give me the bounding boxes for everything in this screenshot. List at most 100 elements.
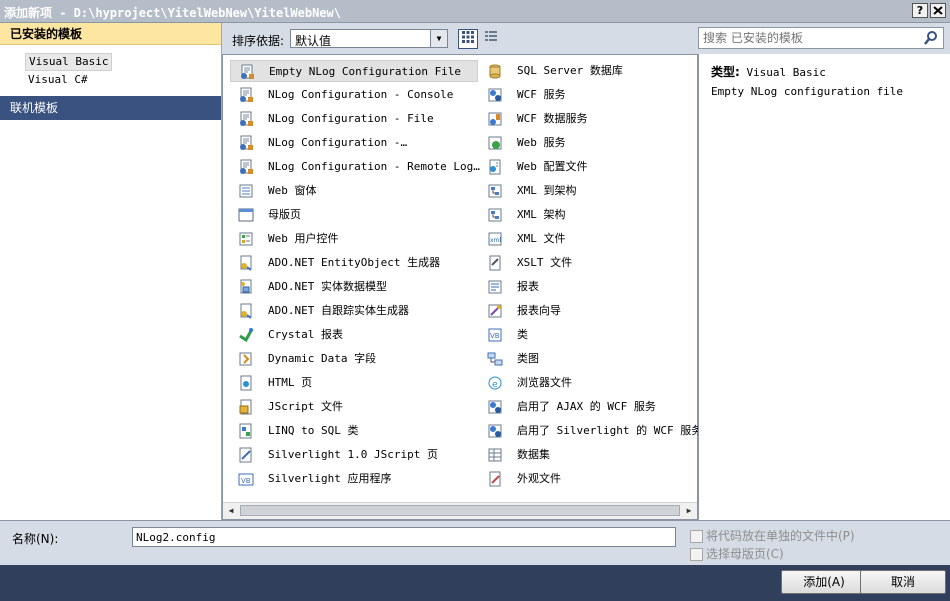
template-item[interactable]: SQL Server 数据库 — [479, 60, 697, 82]
template-item[interactable]: JScript 文件 — [230, 396, 478, 418]
template-item[interactable]: xml XML 文件 — [479, 228, 697, 250]
template-item-label: WCF 数据服务 — [517, 112, 588, 125]
xslt-file-icon — [489, 255, 501, 271]
template-item[interactable]: ADO.NET 实体数据模型 — [230, 276, 478, 298]
template-item[interactable]: Web 服务 — [479, 132, 697, 154]
browser-file-icon: e — [488, 376, 502, 390]
separate-file-checkbox[interactable]: 将代码放在单独的文件中(P) — [690, 528, 855, 544]
select-master-page-checkbox[interactable]: 选择母版页(C) — [690, 546, 784, 562]
template-item[interactable]: 数据集 — [479, 444, 697, 466]
linq-sql-icon — [239, 423, 252, 439]
template-item-label: 类图 — [517, 352, 539, 365]
template-item[interactable]: XSLT 文件 — [479, 252, 697, 274]
template-item[interactable]: Empty NLog Configuration File — [230, 60, 478, 82]
horizontal-scrollbar[interactable]: ◀ ▶ — [223, 502, 697, 519]
template-item[interactable]: XML 架构 — [479, 204, 697, 226]
template-item-label: 报表向导 — [517, 304, 561, 317]
template-item[interactable]: 启用了 AJAX 的 WCF 服务 — [479, 396, 697, 418]
template-item-label: 类 — [517, 328, 528, 341]
scroll-right-icon[interactable]: ▶ — [681, 503, 697, 519]
class-icon: VB — [488, 328, 502, 342]
template-item[interactable]: 母版页 — [230, 204, 478, 226]
template-item[interactable]: WCF 数据服务 — [479, 108, 697, 130]
template-item-label: Web 服务 — [517, 136, 566, 149]
template-item-label: HTML 页 — [268, 376, 313, 389]
medium-icons-view-button[interactable] — [458, 29, 478, 49]
entity-model-icon — [240, 279, 252, 294]
template-item-label: WCF 服务 — [517, 88, 566, 101]
html-page-icon — [240, 375, 252, 391]
template-item[interactable]: 外观文件 — [479, 468, 697, 490]
template-item[interactable]: XML 到架构 — [479, 180, 697, 202]
template-item[interactable]: 启用了 Silverlight 的 WCF 服务 — [479, 420, 702, 442]
checkbox-icon — [690, 530, 703, 543]
template-type: 类型: Visual Basic — [711, 63, 826, 80]
template-item-label: Web 窗体 — [268, 184, 317, 197]
sidebar-item-visual-csharp[interactable]: Visual C# — [25, 72, 91, 88]
sidebar-item-visual-basic[interactable]: Visual Basic — [25, 53, 113, 71]
template-item[interactable]: 报表向导 — [479, 300, 697, 322]
template-item[interactable]: Silverlight 1.0 JScript 页 — [230, 444, 478, 466]
search-input[interactable] — [703, 30, 913, 46]
jscript-file-icon — [239, 399, 252, 415]
template-item[interactable]: LINQ to SQL 类 — [230, 420, 478, 442]
template-item[interactable]: 报表 — [479, 276, 697, 298]
scrollbar-thumb[interactable] — [240, 505, 680, 516]
template-item[interactable]: VB 类 — [479, 324, 697, 346]
template-item[interactable]: e 浏览器文件 — [479, 372, 697, 394]
template-item[interactable]: WCF 服务 — [479, 84, 697, 106]
template-item[interactable]: Web 窗体 — [230, 180, 478, 202]
template-item-label: Crystal 报表 — [268, 328, 343, 341]
list-view-button[interactable] — [481, 29, 501, 49]
installed-templates-header[interactable]: 已安装的模板 — [0, 23, 221, 45]
name-input[interactable] — [132, 527, 676, 547]
report-icon — [488, 280, 502, 294]
template-item[interactable]: ADO.NET EntityObject 生成器 — [230, 252, 478, 274]
template-item-label: 报表 — [517, 280, 539, 293]
template-item[interactable]: HTML 页 — [230, 372, 478, 394]
template-item-label: NLog Configuration - File — [268, 112, 434, 125]
template-item-label: 外观文件 — [517, 472, 561, 485]
dynamic-data-icon — [239, 352, 252, 366]
scroll-left-icon[interactable]: ◀ — [223, 503, 239, 519]
close-button[interactable] — [930, 3, 946, 18]
wcf-service-icon — [488, 88, 502, 102]
template-item[interactable]: NLog Configuration - Remote Log… — [230, 156, 480, 178]
crystal-report-icon — [239, 328, 254, 343]
sort-label: 排序依据: — [232, 34, 285, 48]
template-item-label: Web 配置文件 — [517, 160, 588, 173]
template-item[interactable]: 类图 — [479, 348, 697, 370]
web-form-icon — [239, 184, 253, 198]
template-item[interactable]: NLog Configuration - Console — [230, 84, 478, 106]
cancel-button[interactable]: 取消 — [860, 570, 946, 594]
add-button[interactable]: 添加(A) — [781, 570, 867, 594]
template-item[interactable]: VB Silverlight 应用程序 — [230, 468, 478, 490]
template-item[interactable]: Crystal 报表 — [230, 324, 478, 346]
template-item[interactable]: NLog Configuration - File — [230, 108, 478, 130]
template-item[interactable]: ADO.NET 自跟踪实体生成器 — [230, 300, 478, 322]
skin-file-icon — [489, 471, 501, 487]
wcf-data-service-icon — [488, 112, 502, 126]
online-templates-header[interactable]: 联机模板 — [0, 96, 221, 120]
help-button[interactable]: ? — [912, 3, 928, 18]
template-item-label: ADO.NET EntityObject 生成器 — [268, 256, 441, 269]
chevron-down-icon: ▼ — [430, 30, 447, 47]
type-value: Visual Basic — [746, 66, 826, 79]
template-item[interactable]: Web 用户控件 — [230, 228, 478, 250]
nlog-config-icon — [240, 159, 253, 174]
entity-generator-icon — [240, 303, 252, 319]
template-item[interactable]: NLog Configuration -… — [230, 132, 478, 154]
search-icon[interactable] — [923, 30, 939, 46]
template-item-label: ADO.NET 自跟踪实体生成器 — [268, 304, 409, 317]
nlog-config-icon — [241, 64, 254, 79]
template-item-label: 母版页 — [268, 208, 301, 221]
template-item[interactable]: Dynamic Data 字段 — [230, 348, 478, 370]
template-item[interactable]: Web 配置文件 — [479, 156, 697, 178]
sort-dropdown[interactable]: 默认值 ▼ — [290, 29, 448, 48]
silverlight-page-icon — [239, 447, 252, 463]
database-icon — [489, 64, 501, 79]
template-item-label: NLog Configuration -… — [268, 136, 408, 149]
search-box[interactable] — [698, 27, 944, 49]
class-diagram-icon — [487, 352, 503, 366]
report-wizard-icon — [488, 304, 502, 318]
